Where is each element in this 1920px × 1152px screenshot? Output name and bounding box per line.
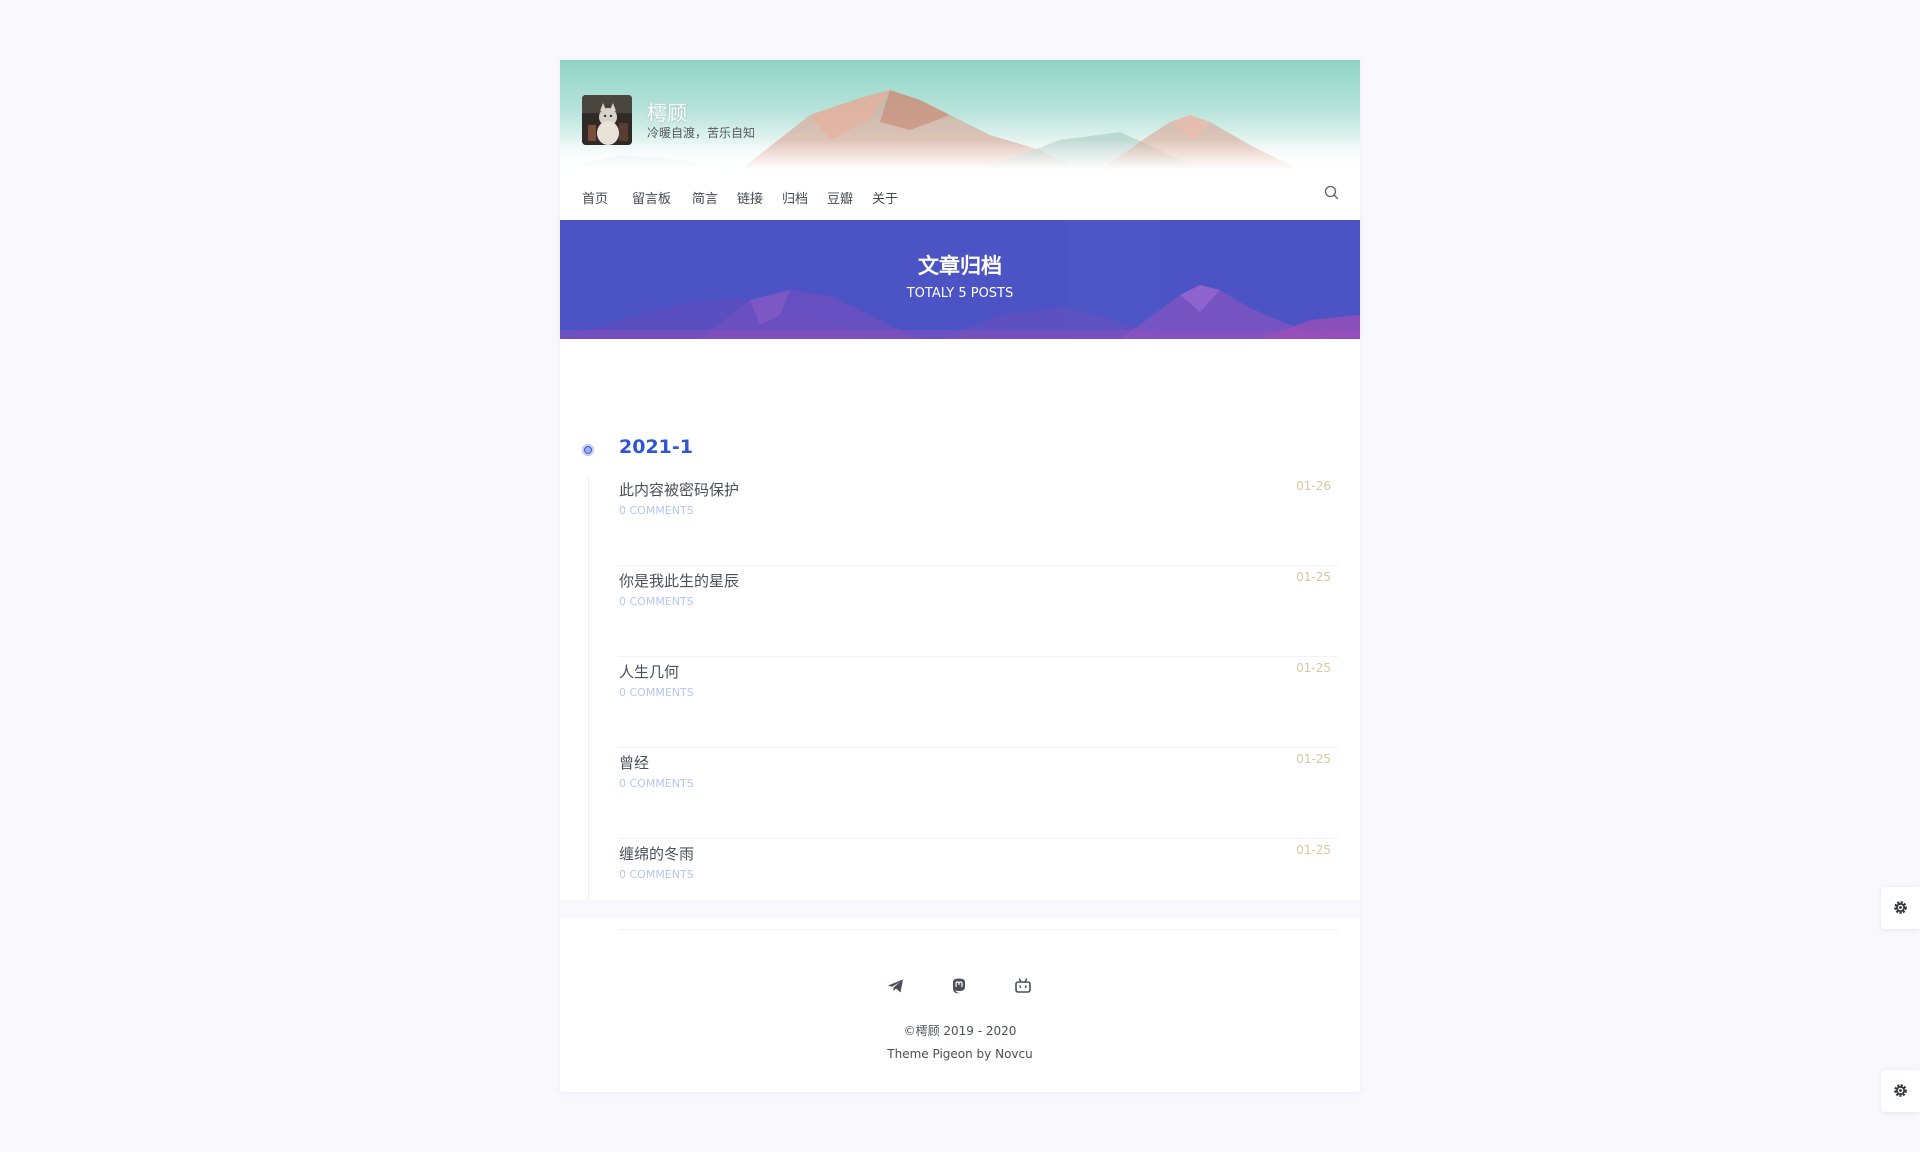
timeline-dot-icon bbox=[582, 444, 594, 456]
page-title: 文章归档 bbox=[918, 254, 1002, 278]
settings-button[interactable] bbox=[1881, 887, 1920, 929]
site-header: 樗顾 冷暖自渡，苦乐自知 bbox=[560, 60, 1360, 170]
copyright: ©樗顾 2019 - 2020 bbox=[903, 1024, 1017, 1038]
search-icon[interactable] bbox=[1322, 183, 1342, 203]
nav-item-links[interactable]: 链接 bbox=[737, 188, 763, 207]
avatar-image bbox=[582, 95, 632, 145]
archive-year: 2021-1 bbox=[619, 436, 693, 458]
post-comments[interactable]: 0 COMMENTS bbox=[619, 504, 694, 517]
list-item: 曾经 0 COMMENTS 01-25 bbox=[618, 748, 1338, 839]
site-subtitle: 冷暖自渡，苦乐自知 bbox=[647, 126, 756, 140]
settings-icon bbox=[1894, 901, 1907, 914]
post-date: 01-25 bbox=[1296, 570, 1331, 584]
list-item: 你是我此生的星辰 0 COMMENTS 01-25 bbox=[618, 566, 1338, 657]
nav-item-about[interactable]: 关于 bbox=[872, 188, 898, 207]
post-date: 01-25 bbox=[1296, 752, 1331, 766]
post-comments[interactable]: 0 COMMENTS bbox=[619, 595, 694, 608]
list-item: 人生几何 0 COMMENTS 01-25 bbox=[618, 657, 1338, 748]
post-date: 01-25 bbox=[1296, 843, 1331, 857]
nav-item-guestbook[interactable]: 留言板 bbox=[632, 188, 671, 207]
nav-item-douban[interactable]: 豆瓣 bbox=[827, 188, 853, 207]
post-comments[interactable]: 0 COMMENTS bbox=[619, 868, 694, 881]
page-banner: 文章归档 TOTALY 5 POSTS bbox=[560, 220, 1360, 339]
telegram-icon[interactable] bbox=[885, 975, 907, 997]
post-title[interactable]: 此内容被密码保护 bbox=[619, 479, 739, 500]
settings-icon bbox=[1894, 1084, 1907, 1097]
post-count: TOTALY 5 POSTS bbox=[906, 286, 1014, 301]
post-comments[interactable]: 0 COMMENTS bbox=[619, 777, 694, 790]
post-date: 01-25 bbox=[1296, 661, 1331, 675]
theme-credit[interactable]: Theme Pigeon by Novcu bbox=[560, 1047, 1360, 1061]
nav-item-home[interactable]: 首页 bbox=[582, 188, 608, 207]
main-nav: 首页 留言板 简言 链接 归档 豆瓣 关于 bbox=[560, 170, 1360, 220]
footer-divider bbox=[560, 900, 1360, 918]
mastodon-icon[interactable] bbox=[948, 975, 970, 997]
post-date: 01-26 bbox=[1296, 479, 1331, 493]
theme-toggle-button[interactable] bbox=[1881, 1070, 1920, 1112]
timeline-line bbox=[588, 476, 589, 916]
avatar[interactable] bbox=[582, 95, 632, 145]
nav-item-notes[interactable]: 简言 bbox=[692, 188, 718, 207]
post-title[interactable]: 你是我此生的星辰 bbox=[619, 570, 739, 591]
post-title[interactable]: 曾经 bbox=[619, 752, 649, 773]
page-container: 樗顾 冷暖自渡，苦乐自知 首页 留言板 简言 链接 归档 豆瓣 关于 文章归档 bbox=[560, 60, 1360, 1092]
site-title[interactable]: 樗顾 bbox=[647, 97, 687, 126]
post-title[interactable]: 缠绵的冬雨 bbox=[619, 843, 694, 864]
post-comments[interactable]: 0 COMMENTS bbox=[619, 686, 694, 699]
nav-item-archive[interactable]: 归档 bbox=[782, 188, 808, 207]
list-item: 此内容被密码保护 0 COMMENTS 01-26 bbox=[618, 475, 1338, 566]
bilibili-icon[interactable] bbox=[1012, 975, 1034, 997]
post-title[interactable]: 人生几何 bbox=[619, 661, 679, 682]
